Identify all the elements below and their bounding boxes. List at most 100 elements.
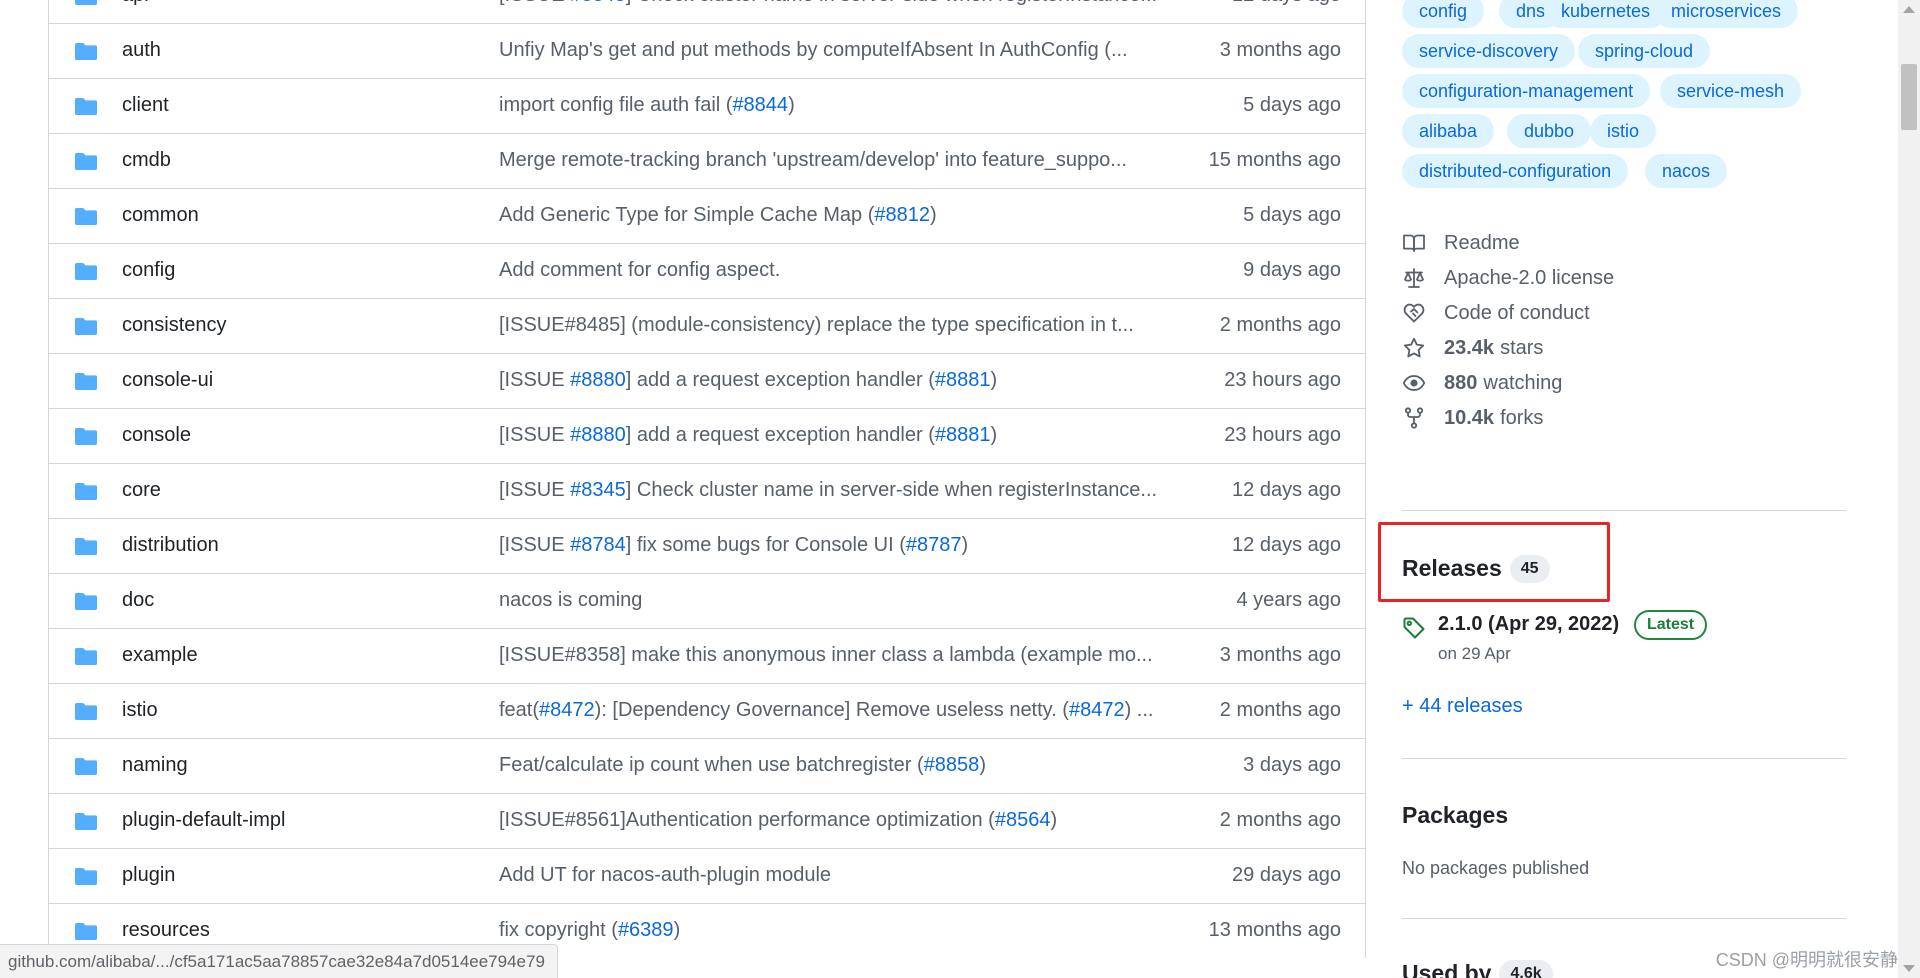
topic-tag[interactable]: config (1402, 0, 1485, 28)
commit-message[interactable]: Add comment for config aspect. (499, 259, 1219, 282)
file-name-link[interactable]: core (122, 479, 161, 502)
issue-link[interactable]: #8880 (570, 369, 626, 391)
file-name-link[interactable]: auth (122, 39, 161, 62)
table-row[interactable]: api [ISSUE #8345] Check cluster name in … (49, 0, 1365, 23)
commit-message[interactable]: [ISSUE #8345] Check cluster name in serv… (499, 0, 1219, 7)
topic-tag[interactable]: service-discovery (1402, 34, 1576, 68)
commit-message[interactable]: feat(#8472): [Dependency Governance] Rem… (499, 699, 1219, 722)
issue-link[interactable]: #6389 (618, 919, 674, 941)
table-row[interactable]: config Add comment for config aspect. 9 … (49, 243, 1365, 298)
topic-tag[interactable]: alibaba (1402, 114, 1495, 148)
file-name-link[interactable]: common (122, 204, 199, 227)
file-name-link[interactable]: doc (122, 589, 154, 612)
file-name-link[interactable]: istio (122, 699, 158, 722)
file-name-link[interactable]: console (122, 424, 191, 447)
issue-link[interactable]: #8858 (924, 754, 980, 776)
table-row[interactable]: istio feat(#8472): [Dependency Governanc… (49, 683, 1365, 738)
topic-tag[interactable]: configuration-management (1402, 74, 1651, 108)
stars-link[interactable]: 23.4k stars (1402, 333, 1543, 363)
more-releases-link[interactable]: + 44 releases (1402, 695, 1523, 718)
table-row[interactable]: cmdb Merge remote-tracking branch 'upstr… (49, 133, 1365, 188)
table-row[interactable]: console-ui [ISSUE #8880] add a request e… (49, 353, 1365, 408)
commit-message[interactable]: [ISSUE #8880] add a request exception ha… (499, 424, 1219, 447)
file-name-link[interactable]: plugin (122, 864, 175, 887)
watching-link[interactable]: 880 watching (1402, 368, 1562, 398)
commit-message[interactable]: [ISSUE #8880] add a request exception ha… (499, 369, 1219, 392)
topic-tag[interactable]: nacos (1645, 154, 1728, 188)
commit-message[interactable]: nacos is coming (499, 589, 1219, 612)
commit-message[interactable]: Add UT for nacos-auth-plugin module (499, 864, 1219, 887)
topic-tag[interactable]: distributed-configuration (1402, 154, 1629, 188)
file-name-link[interactable]: distribution (122, 534, 219, 557)
table-row[interactable]: auth Unfiy Map's get and put methods by … (49, 23, 1365, 78)
commit-message[interactable]: [ISSUE#8485] (module-consistency) replac… (499, 314, 1219, 337)
release-date: on 29 Apr (1438, 644, 1511, 663)
commit-age: 2 months ago (1219, 699, 1341, 721)
table-row[interactable]: plugin Add UT for nacos-auth-plugin modu… (49, 848, 1365, 903)
file-name-link[interactable]: example (122, 644, 198, 667)
table-row[interactable]: doc nacos is coming 4 years ago (49, 573, 1365, 628)
file-name-link[interactable]: cmdb (122, 149, 171, 172)
file-name-link[interactable]: consistency (122, 314, 227, 337)
commit-message[interactable]: [ISSUE#8561]Authentication performance o… (499, 809, 1219, 832)
commit-message[interactable]: Merge remote-tracking branch 'upstream/d… (499, 149, 1219, 172)
table-row[interactable]: distribution [ISSUE #8784] fix some bugs… (49, 518, 1365, 573)
issue-link[interactable]: #8472 (1069, 699, 1125, 721)
file-name-link[interactable]: client (122, 94, 169, 117)
topic-tag[interactable]: istio (1590, 114, 1657, 148)
topic-tag[interactable]: kubernetes (1544, 0, 1668, 28)
file-name-link[interactable]: console-ui (122, 369, 213, 392)
table-row[interactable]: common Add Generic Type for Simple Cache… (49, 188, 1365, 243)
commit-message[interactable]: import config file auth fail (#8844) (499, 94, 1219, 117)
issue-link[interactable]: #8564 (995, 809, 1051, 831)
file-name-link[interactable]: api (122, 0, 149, 7)
issue-link[interactable]: #8881 (935, 369, 991, 391)
release-name[interactable]: 2.1.0 (Apr 29, 2022) (1438, 613, 1619, 636)
commit-age: 15 months ago (1208, 149, 1341, 171)
readme-link[interactable]: Readme (1402, 228, 1520, 258)
topic-tag[interactable]: service-mesh (1660, 74, 1802, 108)
used-by-heading[interactable]: Used by 4.6k (1402, 960, 1553, 978)
commit-message-text: Merge remote-tracking branch 'upstream/d… (499, 149, 1127, 171)
commit-message[interactable]: Unfiy Map's get and put methods by compu… (499, 39, 1219, 62)
file-name-link[interactable]: plugin-default-impl (122, 809, 285, 832)
scrollbar-thumb[interactable] (1901, 64, 1917, 130)
table-row[interactable]: console [ISSUE #8880] add a request exce… (49, 408, 1365, 463)
issue-link[interactable]: #8472 (539, 699, 595, 721)
page-scrollbar[interactable] (1898, 0, 1920, 978)
issue-link[interactable]: #8345 (570, 479, 626, 501)
table-row[interactable]: naming Feat/calculate ip count when use … (49, 738, 1365, 793)
commit-message-text: ) (961, 534, 969, 556)
scroll-up-arrow-icon[interactable] (1903, 6, 1915, 13)
issue-link[interactable]: #8880 (570, 424, 626, 446)
file-name-link[interactable]: config (122, 259, 175, 282)
topic-tag[interactable]: dubbo (1507, 114, 1592, 148)
code-of-conduct-link[interactable]: Code of conduct (1402, 298, 1590, 328)
scroll-down-arrow-icon[interactable] (1903, 965, 1915, 972)
table-row[interactable]: example [ISSUE#8358] make this anonymous… (49, 628, 1365, 683)
table-row[interactable]: plugin-default-impl [ISSUE#8561]Authenti… (49, 793, 1365, 848)
commit-message[interactable]: [ISSUE #8784] fix some bugs for Console … (499, 534, 1219, 557)
file-name-link[interactable]: naming (122, 754, 188, 777)
commit-message[interactable]: fix copyright (#6389) (499, 919, 1219, 942)
table-row[interactable]: client import config file auth fail (#88… (49, 78, 1365, 133)
topic-tag[interactable]: microservices (1654, 0, 1799, 28)
issue-link[interactable]: #8784 (570, 534, 626, 556)
commit-message[interactable]: Feat/calculate ip count when use batchre… (499, 754, 1219, 777)
commit-message[interactable]: Add Generic Type for Simple Cache Map (#… (499, 204, 1219, 227)
issue-link[interactable]: #8345 (570, 0, 626, 6)
issue-link[interactable]: #8787 (906, 534, 962, 556)
issue-link[interactable]: #8844 (732, 94, 788, 116)
topic-tag[interactable]: spring-cloud (1578, 34, 1711, 68)
commit-message[interactable]: [ISSUE#8358] make this anonymous inner c… (499, 644, 1219, 667)
forks-link[interactable]: 10.4k forks (1402, 403, 1543, 433)
readme-label: Readme (1444, 231, 1520, 254)
table-row[interactable]: consistency [ISSUE#8485] (module-consist… (49, 298, 1365, 353)
issue-link[interactable]: #8881 (935, 424, 991, 446)
packages-heading[interactable]: Packages (1402, 802, 1508, 829)
license-link[interactable]: Apache-2.0 license (1402, 263, 1614, 293)
issue-link[interactable]: #8812 (874, 204, 930, 226)
commit-message[interactable]: [ISSUE #8345] Check cluster name in serv… (499, 479, 1219, 502)
file-name-link[interactable]: resources (122, 919, 210, 942)
table-row[interactable]: core [ISSUE #8345] Check cluster name in… (49, 463, 1365, 518)
